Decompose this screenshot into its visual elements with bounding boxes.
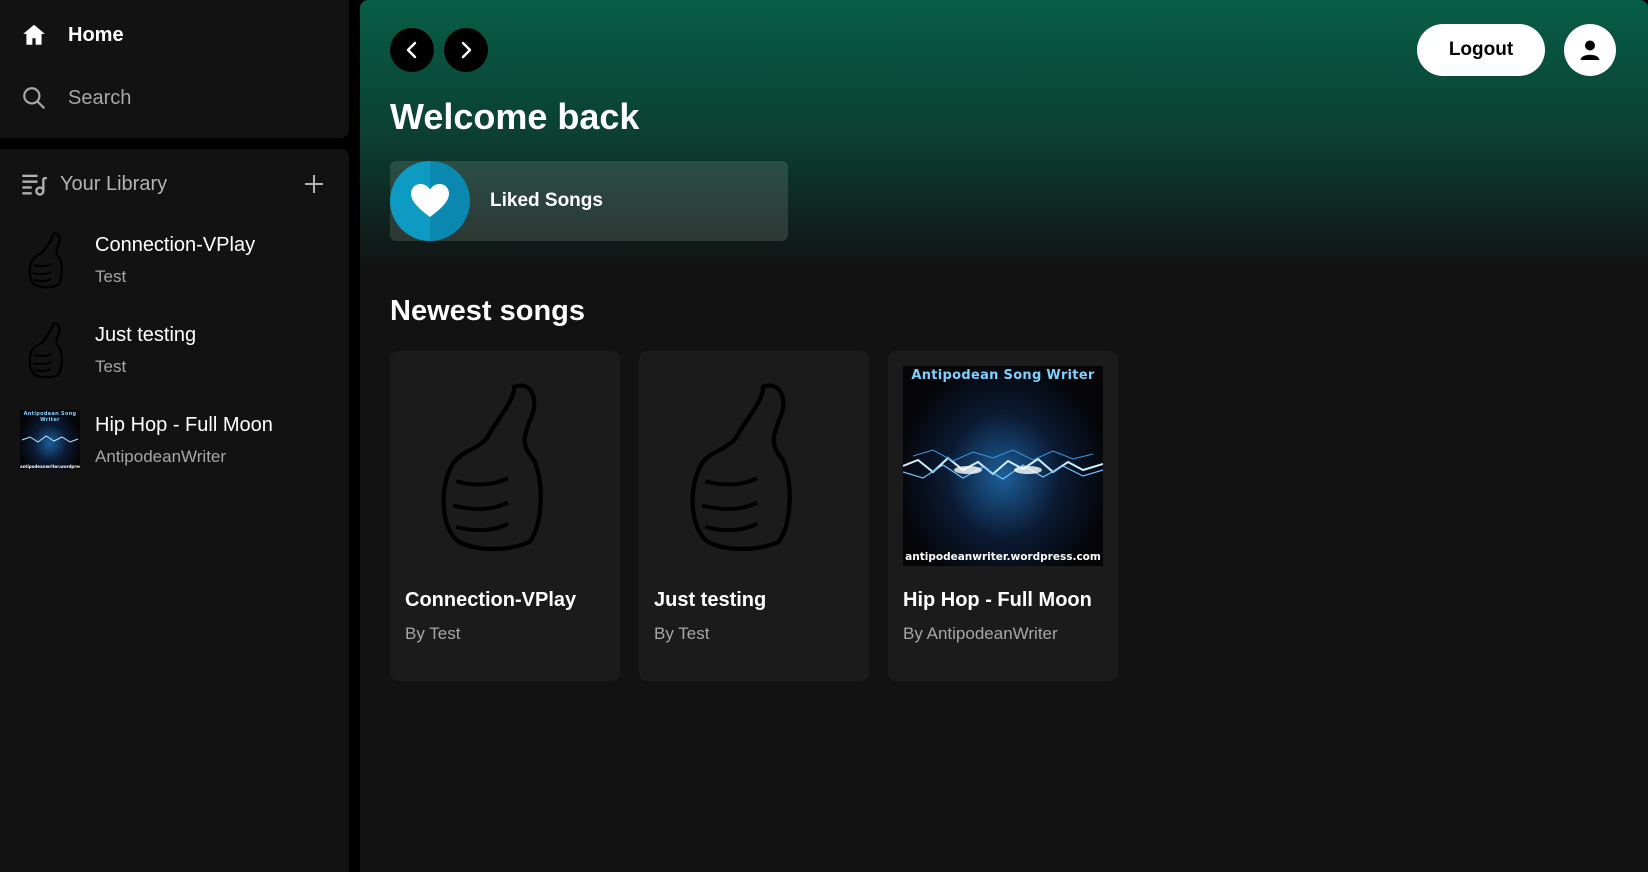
song-card[interactable]: Connection-VPlay By Test [390, 351, 620, 681]
song-title: Hip Hop - Full Moon [903, 589, 1092, 611]
sidebar-item-home[interactable]: Home [20, 21, 124, 49]
library-item-title: Hip Hop - Full Moon [95, 413, 273, 436]
thumbs-up-icon [405, 366, 605, 566]
back-button[interactable] [390, 28, 434, 72]
library-item-subtitle: Test [95, 266, 127, 286]
sidebar-item-search[interactable]: Search [20, 84, 131, 112]
thumbs-up-icon [20, 230, 80, 290]
album-cover: Antipodean Song Writer antipodeanwriter.… [20, 410, 80, 470]
library-item-subtitle: Test [95, 356, 127, 376]
library-item-subtitle: AntipodeanWriter [95, 446, 227, 466]
section-title: Newest songs [390, 295, 585, 327]
chevron-right-icon [461, 41, 472, 59]
profile-button[interactable] [1564, 24, 1616, 76]
main-content: Logout Welcome back Liked Songs Newest s… [360, 0, 1648, 872]
song-card[interactable]: Just testing By Test [639, 351, 869, 681]
song-title: Just testing [654, 589, 767, 611]
cover-bottom-text: antipodeanwriter.wordpress.com [905, 551, 1101, 563]
song-card[interactable]: Antipodean Song Writer antipodeanwriter.… [888, 351, 1118, 681]
song-author: By AntipodeanWriter [903, 624, 1058, 643]
home-icon [20, 21, 48, 49]
forward-button[interactable] [444, 28, 488, 72]
library-header: Your Library [20, 169, 329, 199]
library-label: Your Library [60, 172, 168, 195]
song-author: By Test [405, 624, 461, 643]
song-author: By Test [654, 624, 710, 643]
home-label: Home [68, 23, 124, 46]
page-title: Welcome back [390, 96, 640, 137]
chevron-left-icon [406, 41, 417, 59]
liked-songs-tile[interactable]: Liked Songs [390, 161, 788, 241]
heart-icon [411, 184, 449, 217]
liked-songs-label: Liked Songs [490, 190, 603, 211]
lightning-graphic [903, 449, 1103, 480]
library-icon [20, 170, 48, 198]
album-cover: Antipodean Song Writer antipodeanwriter.… [903, 366, 1103, 566]
library-item-title: Just testing [95, 323, 197, 346]
add-icon[interactable] [301, 171, 327, 197]
sidebar-nav: Home Search [0, 0, 349, 138]
library-panel: Your Library Connection-VPlay Test Just … [0, 149, 349, 872]
logout-button[interactable]: Logout [1417, 24, 1545, 76]
song-title: Connection-VPlay [405, 589, 577, 611]
library-item[interactable]: Just testing Test [20, 314, 330, 386]
thumbs-up-icon [20, 320, 80, 380]
user-icon [1580, 40, 1600, 60]
library-item[interactable]: Antipodean Song Writer antipodeanwriter.… [20, 404, 330, 476]
library-item[interactable]: Connection-VPlay Test [20, 224, 330, 296]
liked-songs-art [390, 161, 470, 241]
thumbs-up-icon [654, 366, 854, 566]
search-label: Search [68, 86, 132, 109]
library-item-title: Connection-VPlay [95, 233, 256, 256]
search-icon [20, 84, 48, 112]
